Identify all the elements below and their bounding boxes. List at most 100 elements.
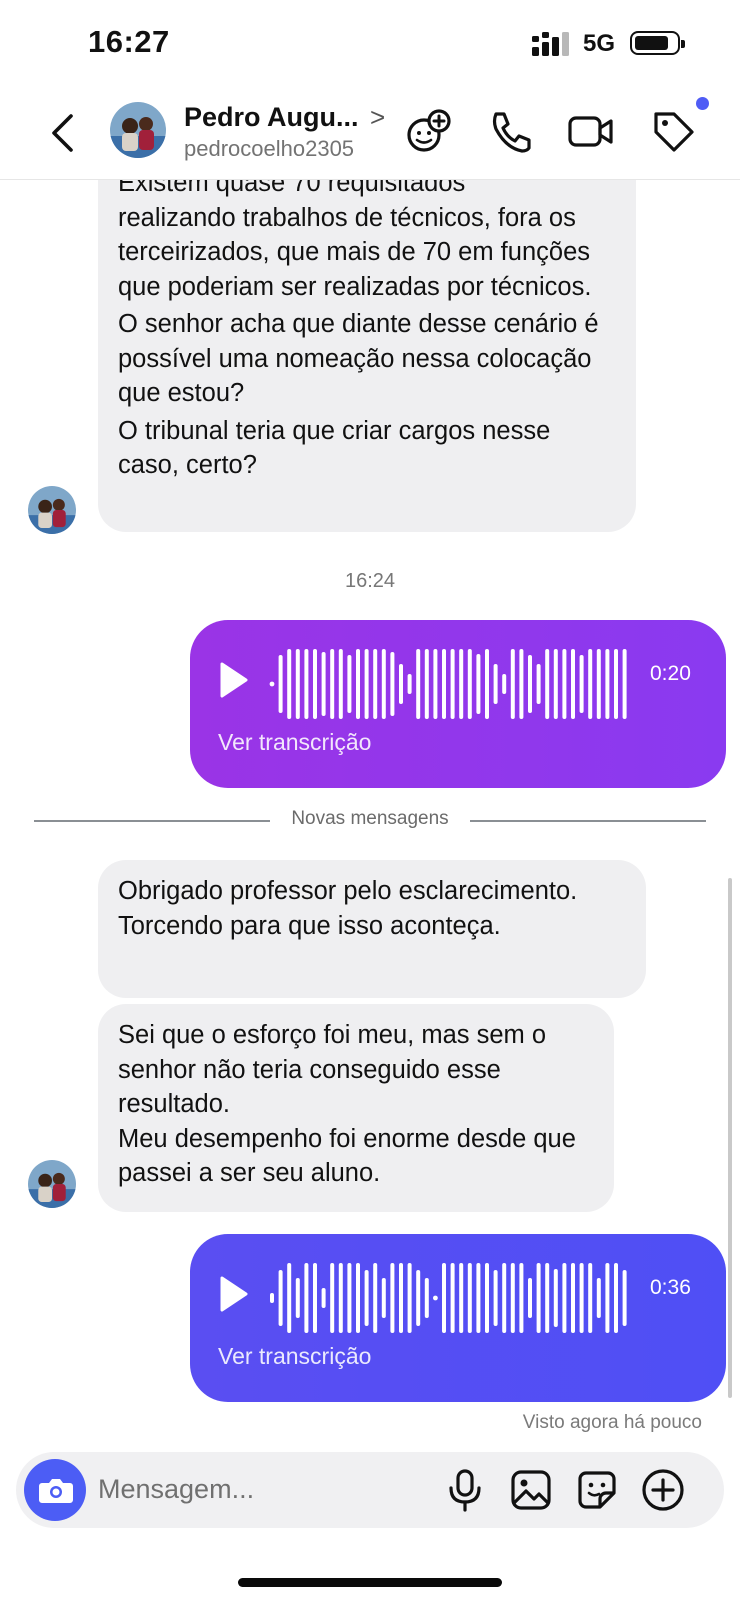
sender-avatar[interactable]: [28, 1160, 76, 1208]
waveform-bar: [399, 664, 403, 704]
waveform-bar: [373, 649, 378, 719]
camera-icon: [39, 1479, 73, 1503]
waveform-bar: [562, 1263, 567, 1333]
play-icon[interactable]: [218, 660, 250, 700]
waveform-bar: [399, 1263, 403, 1333]
waveform-bar: [373, 1263, 378, 1333]
waveform-bar: [381, 1278, 386, 1318]
add-members-icon[interactable]: [404, 106, 454, 156]
waveform-bar: [596, 1278, 601, 1318]
seen-status: Visto agora há pouco: [522, 1412, 702, 1433]
message-timestamp: 16:24: [344, 570, 396, 592]
video-call-icon[interactable]: [566, 106, 616, 156]
waveform-bar: [562, 649, 567, 719]
voice-duration: 0:36: [650, 1276, 691, 1299]
scrollbar[interactable]: [728, 878, 732, 1398]
waveform-bar: [338, 1263, 343, 1333]
waveform-bar: [390, 1263, 395, 1333]
chat-header: Pedro Augu... > pedrocoelho2305: [0, 88, 740, 180]
waveform-bar: [313, 649, 317, 719]
incoming-message[interactable]: Sei que o esforço foi meu, mas sem o sen…: [98, 1004, 614, 1212]
waveform-bar: [416, 649, 421, 719]
waveform-bar: [304, 1263, 309, 1333]
waveform-bar: [467, 1263, 472, 1333]
cellular-signal-icon: [532, 32, 569, 56]
incoming-message[interactable]: Obrigado professor pelo esclarecimento. …: [98, 860, 646, 998]
back-arrow-icon[interactable]: [44, 108, 84, 158]
waveform-bar: [407, 674, 412, 694]
sticker-icon[interactable]: [572, 1465, 622, 1515]
voice-message[interactable]: 0:20 Ver transcrição: [190, 620, 726, 788]
gallery-icon[interactable]: [506, 1465, 556, 1515]
waveform-bar: [536, 1263, 541, 1333]
microphone-icon[interactable]: [440, 1465, 490, 1515]
message-paragraph: realizando trabalhos de técnicos, fora o…: [118, 203, 592, 301]
waveform-bar: [605, 649, 610, 719]
new-messages-divider: Novas mensagens: [34, 808, 706, 830]
waveform-bar: [579, 655, 584, 713]
waveform-bar: [614, 1263, 618, 1333]
waveform-bar: [553, 1269, 558, 1327]
status-time: 16:27: [88, 24, 170, 59]
waveform-bar: [528, 1278, 532, 1318]
status-bar: 16:27 5G: [0, 0, 740, 88]
incoming-message[interactable]: Existem quase 70 requisitados realizando…: [98, 150, 636, 532]
waveform-bar: [295, 1278, 300, 1318]
waveform-bar: [287, 649, 292, 719]
voice-duration: 0:20: [650, 662, 691, 685]
add-icon[interactable]: [638, 1465, 688, 1515]
message-paragraph: O tribunal teria que criar cargos nesse …: [118, 416, 551, 480]
message-composer: Mensagem...: [16, 1452, 724, 1528]
contact-username[interactable]: pedrocoelho2305: [184, 136, 354, 162]
sender-avatar[interactable]: [28, 486, 76, 534]
waveform-bar: [347, 655, 352, 713]
waveform[interactable]: [268, 1258, 628, 1338]
waveform-bar: [278, 655, 283, 713]
chevron-right-icon[interactable]: >: [370, 102, 385, 133]
waveform-bar: [313, 1263, 317, 1333]
message-paragraph: Meu desempenho foi enorme desde que pass…: [118, 1124, 576, 1188]
tag-icon[interactable]: [648, 106, 698, 156]
waveform[interactable]: [268, 644, 628, 724]
view-transcript-link[interactable]: Ver transcrição: [218, 729, 371, 756]
waveform-bar: [467, 649, 472, 719]
contact-avatar[interactable]: [110, 102, 166, 158]
waveform-bar: [588, 1263, 593, 1333]
play-icon[interactable]: [218, 1274, 250, 1314]
waveform-bar: [269, 681, 275, 687]
notification-dot: [696, 97, 709, 110]
message-text: Obrigado professor pelo esclarecimento. …: [118, 877, 578, 940]
camera-button[interactable]: [24, 1459, 86, 1521]
waveform-bar: [528, 655, 532, 713]
contact-name[interactable]: Pedro Augu...: [184, 102, 359, 133]
waveform-bar: [278, 1270, 283, 1326]
waveform-bar: [442, 649, 446, 719]
message-paragraph: O senhor acha que diante desse cenário é…: [118, 310, 599, 407]
waveform-bar: [553, 649, 558, 719]
waveform-bar: [614, 649, 618, 719]
waveform-bar: [571, 649, 575, 719]
phone-call-icon[interactable]: [486, 106, 536, 156]
waveform-bar: [510, 1263, 515, 1333]
waveform-bar: [356, 649, 360, 719]
waveform-bar: [356, 1263, 360, 1333]
waveform-bar: [459, 649, 464, 719]
voice-message[interactable]: 0:36 Ver transcrição: [190, 1234, 726, 1402]
waveform-bar: [510, 649, 515, 719]
waveform-bar: [381, 649, 386, 719]
waveform-bar: [295, 649, 300, 719]
waveform-bar: [270, 1293, 274, 1303]
view-transcript-link[interactable]: Ver transcrição: [218, 1343, 371, 1370]
waveform-bar: [321, 1288, 326, 1308]
waveform-bar: [579, 1263, 584, 1333]
waveform-bar: [493, 664, 498, 704]
waveform-bar: [330, 1263, 335, 1333]
message-input[interactable]: Mensagem...: [98, 1474, 254, 1505]
waveform-bar: [338, 649, 343, 719]
waveform-bar: [459, 1263, 464, 1333]
waveform-bar: [476, 1263, 481, 1333]
waveform-bar: [485, 649, 489, 719]
message-paragraph: Sei que o esforço foi meu, mas sem o sen…: [118, 1021, 547, 1118]
waveform-bar: [364, 649, 369, 719]
network-type: 5G: [583, 30, 616, 57]
